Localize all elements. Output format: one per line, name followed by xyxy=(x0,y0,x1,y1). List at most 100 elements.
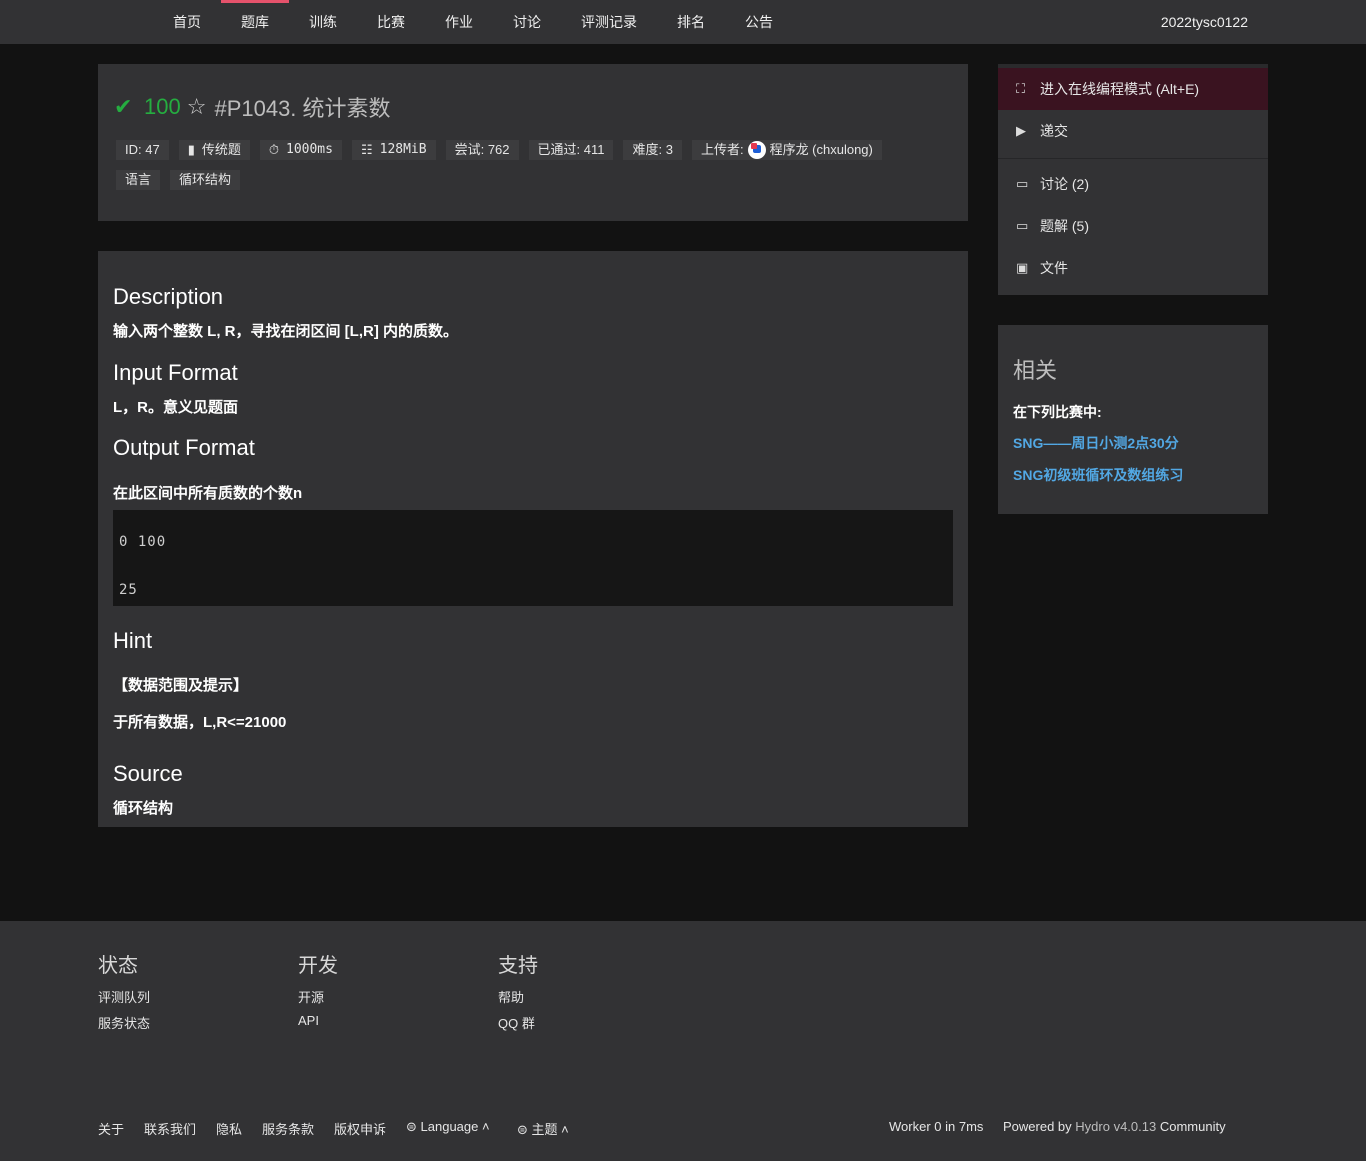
avatar xyxy=(747,141,766,159)
difficulty: 难度: 3 xyxy=(623,140,682,160)
chevron-up-icon: ˄ xyxy=(482,1119,490,1134)
language-selector[interactable]: ⊜ Language ˄ xyxy=(406,1119,490,1135)
theme-label: 主题 xyxy=(531,1122,558,1137)
problem-type-tag: ▮ 传统题 xyxy=(178,140,250,160)
time-limit: 1000ms xyxy=(286,142,333,157)
star-icon[interactable]: ☆ xyxy=(187,94,207,120)
footer-opensource[interactable]: 开源 xyxy=(298,987,324,1006)
problem-header: ✔ 100 ☆ #P1043. 统计素数 ID: 47 ▮ 传统题 ⏱ 1000… xyxy=(98,64,968,221)
problem-score: 100 xyxy=(144,94,181,119)
memory-icon: ☷ xyxy=(360,142,373,157)
contest-link-2[interactable]: SNG初级班循环及数组练习 xyxy=(1013,465,1183,485)
problem-actions: ⛶ 进入在线编程模式 (Alt+E) ▶ 递交 ▭ 讨论 (2) ▭ 题解 (5… xyxy=(998,64,1268,295)
footer-dev-title: 开发 xyxy=(298,955,338,977)
ide-mode-label: 进入在线编程模式 (Alt+E) xyxy=(1040,81,1200,97)
divider xyxy=(998,158,1268,159)
check-icon: ✔ xyxy=(114,94,133,119)
footer-privacy[interactable]: 隐私 xyxy=(216,1119,242,1138)
description-text: 输入两个整数 L, R，寻找在闭区间 [L,R] 内的质数。 xyxy=(113,323,458,340)
submit-button[interactable]: ▶ 递交 xyxy=(998,110,1268,152)
nav-contest[interactable]: 比赛 xyxy=(367,0,415,44)
output-heading: Output Format xyxy=(113,435,255,460)
nav-home[interactable]: 首页 xyxy=(163,0,211,44)
footer-status-title: 状态 xyxy=(98,955,138,977)
hydro-link[interactable]: Hydro v4.0.13 xyxy=(1075,1119,1156,1134)
footer-support-title: 支持 xyxy=(498,955,538,977)
tag-loop[interactable]: 循环结构 xyxy=(170,170,241,190)
input-heading: Input Format xyxy=(113,360,238,385)
footer: 状态 评测队列 服务状态 开发 开源 API 支持 帮助 QQ 群 关于 联系我… xyxy=(0,921,1366,1161)
sample-code-block: 0 100 25 xyxy=(113,510,953,606)
nav-discussion[interactable]: 讨论 xyxy=(503,0,551,44)
problem-type: 传统题 xyxy=(201,142,241,157)
tried-count: 尝试: 762 xyxy=(445,140,519,160)
time-limit-tag: ⏱ 1000ms xyxy=(259,140,342,160)
footer-service-status[interactable]: 服务状态 xyxy=(98,1013,150,1032)
related-label: 在下列比赛中: xyxy=(1013,404,1102,420)
footer-terms[interactable]: 服务条款 xyxy=(262,1119,314,1138)
hint-heading: Hint xyxy=(113,628,153,653)
comment-icon: ▭ xyxy=(1016,176,1029,191)
discuss-label: 讨论 (2) xyxy=(1040,176,1089,192)
powered-prefix: Powered by xyxy=(1003,1119,1072,1134)
nav-announcement[interactable]: 公告 xyxy=(735,0,783,44)
solutions-link[interactable]: ▭ 题解 (5) xyxy=(998,205,1268,247)
top-navbar: 首页 题库 训练 比赛 作业 讨论 评测记录 排名 公告 2022tysc012… xyxy=(0,0,1366,44)
uploader-tag: 上传者: 程序龙 (chxulong) xyxy=(691,140,882,160)
nav-training[interactable]: 训练 xyxy=(299,0,347,44)
nav-problems[interactable]: 题库 xyxy=(221,0,289,44)
language-label: Language xyxy=(420,1119,479,1134)
powered-by: Powered by Hydro v4.0.13 Community xyxy=(1003,1119,1226,1134)
problem-title: #P1043. 统计素数 xyxy=(214,96,391,121)
source-text: 循环结构 xyxy=(113,800,174,817)
memory-limit: 128MiB xyxy=(379,142,427,157)
tag-language[interactable]: 语言 xyxy=(116,170,161,190)
files-label: 文件 xyxy=(1040,260,1068,276)
contest-link-1[interactable]: SNG——周日小测2点30分 xyxy=(1013,433,1179,453)
input-text: L，R。意义见题面 xyxy=(113,399,238,416)
memory-limit-tag: ☷ 128MiB xyxy=(351,140,436,160)
problem-content: Description 输入两个整数 L, R，寻找在闭区间 [L,R] 内的质… xyxy=(98,251,968,827)
source-heading: Source xyxy=(113,761,183,786)
nav-records[interactable]: 评测记录 xyxy=(571,0,647,44)
uploader-link[interactable]: 程序龙 (chxulong) xyxy=(770,140,873,160)
footer-copyright[interactable]: 版权申诉 xyxy=(334,1119,386,1138)
ide-mode-button[interactable]: ⛶ 进入在线编程模式 (Alt+E) xyxy=(998,64,1268,110)
nav-homework[interactable]: 作业 xyxy=(435,0,483,44)
footer-judge-queue[interactable]: 评测队列 xyxy=(98,987,150,1006)
files-link[interactable]: ▣ 文件 xyxy=(998,247,1268,289)
globe-icon: ⊜ xyxy=(406,1119,417,1134)
theme-selector[interactable]: ⊜ 主题 ˄ xyxy=(517,1119,569,1138)
powered-suffix: Community xyxy=(1159,1119,1226,1134)
footer-api[interactable]: API xyxy=(298,1013,319,1028)
solutions-label: 题解 (5) xyxy=(1040,218,1089,234)
uploader-label: 上传者: xyxy=(700,142,744,157)
expand-icon: ⛶ xyxy=(1016,81,1026,96)
related-title: 相关 xyxy=(1013,358,1058,383)
footer-help[interactable]: 帮助 xyxy=(498,987,524,1006)
sample-output: 25 xyxy=(119,582,138,598)
hint-title: 【数据范围及提示】 xyxy=(113,677,249,694)
send-icon: ▶ xyxy=(1016,123,1026,138)
sample-input: 0 100 xyxy=(119,534,167,550)
file-icon: ▮ xyxy=(187,142,195,157)
related-panel: 相关 在下列比赛中: SNG——周日小测2点30分 SNG初级班循环及数组练习 xyxy=(998,325,1268,514)
chevron-up-icon: ˄ xyxy=(561,1122,569,1137)
globe-icon: ⊜ xyxy=(517,1122,528,1137)
footer-qq-group[interactable]: QQ 群 xyxy=(498,1013,535,1032)
description-heading: Description xyxy=(113,284,224,309)
footer-about[interactable]: 关于 xyxy=(98,1119,124,1138)
nav-ranking[interactable]: 排名 xyxy=(667,0,715,44)
hint-text: 于所有数据，L,R<=21000 xyxy=(113,714,287,731)
footer-contact[interactable]: 联系我们 xyxy=(144,1119,196,1138)
worker-info: Worker 0 in 7ms xyxy=(889,1119,984,1134)
user-menu[interactable]: 2022tysc0122 xyxy=(1161,0,1248,44)
file-image-icon: ▣ xyxy=(1016,260,1029,275)
stopwatch-icon: ⏱ xyxy=(268,142,279,157)
discuss-link[interactable]: ▭ 讨论 (2) xyxy=(998,163,1268,205)
comment-icon: ▭ xyxy=(1016,218,1029,233)
submit-label: 递交 xyxy=(1040,123,1068,139)
passed-count: 已通过: 411 xyxy=(528,140,614,160)
problem-id: ID: 47 xyxy=(116,140,169,160)
output-text: 在此区间中所有质数的个数n xyxy=(113,485,303,502)
